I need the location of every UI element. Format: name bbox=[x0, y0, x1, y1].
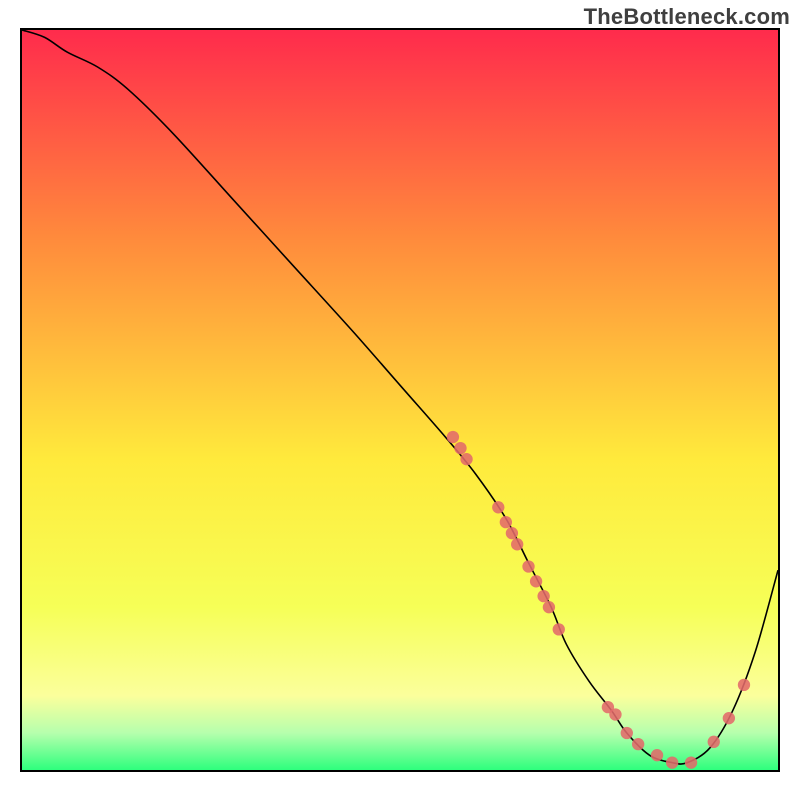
data-marker bbox=[543, 601, 555, 613]
data-marker bbox=[553, 623, 565, 635]
data-marker bbox=[651, 749, 663, 761]
data-marker bbox=[685, 756, 697, 768]
data-marker bbox=[609, 708, 621, 720]
data-marker bbox=[621, 727, 633, 739]
data-marker bbox=[447, 431, 459, 443]
data-marker bbox=[506, 527, 518, 539]
data-marker bbox=[530, 575, 542, 587]
data-marker bbox=[738, 679, 750, 691]
data-marker bbox=[522, 560, 534, 572]
data-marker bbox=[708, 736, 720, 748]
data-marker bbox=[511, 538, 523, 550]
data-marker bbox=[666, 756, 678, 768]
data-marker bbox=[500, 516, 512, 528]
data-marker bbox=[632, 738, 644, 750]
chart-stage: TheBottleneck.com bbox=[0, 0, 800, 800]
watermark-text: TheBottleneck.com bbox=[584, 4, 790, 30]
data-marker bbox=[454, 442, 466, 454]
data-marker bbox=[492, 501, 504, 513]
gradient-background bbox=[22, 30, 778, 770]
plot-frame bbox=[20, 28, 780, 772]
data-marker bbox=[537, 590, 549, 602]
data-marker bbox=[460, 453, 472, 465]
data-marker bbox=[723, 712, 735, 724]
plot-svg bbox=[22, 30, 778, 770]
